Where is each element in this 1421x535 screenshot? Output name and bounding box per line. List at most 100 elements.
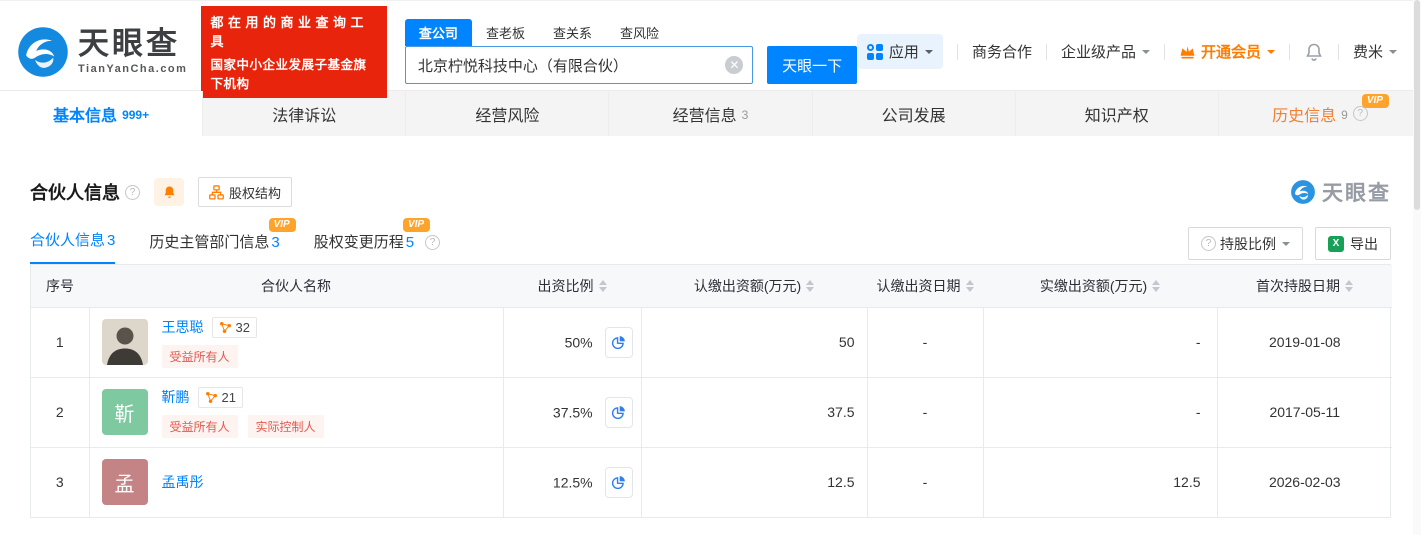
subscribed-date: - <box>867 307 983 377</box>
pie-chart-button[interactable] <box>605 467 633 498</box>
export-button-label: 导出 <box>1350 234 1378 254</box>
top-menu: 应用 商务合作 企业级产品 开通会员 费米 <box>857 34 1397 69</box>
subscribe-bell-button[interactable] <box>154 178 184 206</box>
divider <box>1164 44 1165 60</box>
subtab-equity-change[interactable]: 股权变更历程5 VIP <box>314 231 414 264</box>
subscribed-date: - <box>867 377 983 447</box>
sort-icon <box>599 280 607 292</box>
table-row: 2 靳 靳鹏 21 <box>31 377 1392 447</box>
menu-enterprise-products[interactable]: 企业级产品 <box>1061 41 1150 62</box>
subtab-partner-info[interactable]: 合伙人信息3 <box>30 229 115 264</box>
notification-bell-icon[interactable] <box>1304 42 1324 62</box>
tab-label: 知识产权 <box>1085 102 1149 126</box>
tab-legal-proceedings[interactable]: 法律诉讼 <box>203 91 406 136</box>
tab-label: 公司发展 <box>882 102 946 126</box>
first-holding-date: 2019-01-08 <box>1217 307 1392 377</box>
tab-label: 历史信息 <box>1272 102 1336 126</box>
tab-operating-info[interactable]: 经营信息 3 <box>609 91 812 136</box>
related-companies-badge[interactable]: 32 <box>212 317 257 338</box>
col-index: 序号 <box>31 265 89 307</box>
help-icon[interactable]: ? <box>1353 106 1368 121</box>
badge-count: 21 <box>222 390 236 405</box>
apps-grid-icon <box>867 44 883 60</box>
partner-name-link[interactable]: 孟禹彤 <box>162 472 204 492</box>
search-tab-company[interactable]: 查公司 <box>405 19 472 46</box>
user-menu[interactable]: 费米 <box>1353 41 1397 62</box>
actual-controller-tag: 实际控制人 <box>248 415 324 438</box>
bell-icon <box>162 185 177 200</box>
avatar-photo[interactable] <box>102 319 148 365</box>
partner-name-link[interactable]: 王思聪 <box>162 317 204 337</box>
help-icon[interactable]: ? <box>425 235 440 250</box>
subtab-count: 3 <box>107 232 115 249</box>
tab-intellectual-property[interactable]: 知识产权 <box>1016 91 1219 136</box>
top-header: 天眼查 TianYanCha.com 都在用的商业查询工具 国家中小企业发展子基… <box>0 0 1421 90</box>
section-title: 合伙人信息 <box>30 179 120 205</box>
tab-company-development[interactable]: 公司发展 <box>813 91 1016 136</box>
partners-table: 序号 合伙人名称 出资比例 认缴出资额(万元) 认缴出资日期 实缴出资额(万元)… <box>30 264 1391 518</box>
paid-amount: - <box>983 307 1217 377</box>
scrollbar-thumb[interactable] <box>1414 0 1420 210</box>
pie-icon <box>611 475 626 490</box>
pie-chart-button[interactable] <box>605 327 633 358</box>
pie-icon <box>611 405 626 420</box>
menu-open-vip[interactable]: 开通会员 <box>1179 41 1275 62</box>
search-tabs: 查公司 查老板 查关系 查风险 <box>405 19 857 46</box>
sort-icon <box>806 280 814 292</box>
tab-label: 经营风险 <box>475 102 539 126</box>
enterprise-label: 企业级产品 <box>1061 41 1136 62</box>
subscribed-amount: 37.5 <box>641 377 867 447</box>
pie-icon <box>611 335 626 350</box>
related-companies-badge[interactable]: 21 <box>198 387 243 408</box>
promo-line1: 都在用的商业查询工具 <box>210 12 377 50</box>
tab-history-info[interactable]: 历史信息 9 ? VIP <box>1219 91 1421 136</box>
sort-icon <box>1345 280 1353 292</box>
col-ratio-sort[interactable]: 出资比例 <box>503 265 641 307</box>
tab-operating-risk[interactable]: 经营风险 <box>406 91 609 136</box>
watermark-text: 天眼查 <box>1322 177 1391 207</box>
col-subscribed-date-sort[interactable]: 认缴出资日期 <box>867 265 983 307</box>
ratio-value: 12.5% <box>553 474 593 490</box>
tab-basic-info[interactable]: 基本信息 999+ <box>0 91 203 136</box>
help-icon[interactable]: ? <box>125 185 140 200</box>
sort-icon <box>966 280 974 292</box>
search-tab-boss[interactable]: 查老板 <box>472 19 539 46</box>
partner-name-link[interactable]: 靳鹏 <box>162 387 190 407</box>
apps-menu[interactable]: 应用 <box>857 34 943 69</box>
search-tab-risk[interactable]: 查风险 <box>606 19 673 46</box>
menu-business-coop[interactable]: 商务合作 <box>972 41 1032 62</box>
search-tab-relation[interactable]: 查关系 <box>539 19 606 46</box>
logo-title: 天眼查 <box>78 28 187 60</box>
tab-label: 法律诉讼 <box>272 102 336 126</box>
equity-structure-button[interactable]: 股权结构 <box>198 177 292 207</box>
divider <box>1046 44 1047 60</box>
vip-badge: VIP <box>269 218 296 232</box>
divider <box>1338 44 1339 60</box>
equity-structure-label: 股权结构 <box>229 183 281 202</box>
ratio-value: 50% <box>565 334 593 350</box>
col-subscribed-sort[interactable]: 认缴出资额(万元) <box>641 265 867 307</box>
divider <box>957 44 958 60</box>
tab-label: 基本信息 <box>53 102 117 126</box>
export-button[interactable]: X 导出 <box>1315 227 1391 260</box>
promo-line2: 国家中小企业发展子基金旗下机构 <box>210 54 377 92</box>
pie-chart-button[interactable] <box>605 397 633 428</box>
search-input[interactable] <box>405 46 753 84</box>
chevron-down-icon <box>1389 50 1397 58</box>
avatar-initial[interactable]: 靳 <box>102 389 148 435</box>
vip-badge: VIP <box>403 218 430 232</box>
row-index: 1 <box>31 307 89 377</box>
subtab-label: 合伙人信息 <box>30 232 105 249</box>
subtab-history-dept[interactable]: 历史主管部门信息3 VIP <box>149 231 279 264</box>
org-chart-icon <box>209 185 224 200</box>
search-button[interactable]: 天眼一下 <box>767 46 857 84</box>
username-label: 费米 <box>1353 41 1383 62</box>
tab-count: 9 <box>1341 108 1348 122</box>
subscribed-date: - <box>867 447 983 517</box>
scrollbar[interactable] <box>1413 0 1421 535</box>
col-first-date-sort[interactable]: 首次持股日期 <box>1217 265 1392 307</box>
tianyancha-logo[interactable]: 天眼查 TianYanCha.com <box>16 25 187 79</box>
avatar-initial[interactable]: 孟 <box>102 459 148 505</box>
shareholding-ratio-button[interactable]: ? 持股比例 <box>1188 227 1303 260</box>
col-paid-sort[interactable]: 实缴出资额(万元) <box>983 265 1217 307</box>
